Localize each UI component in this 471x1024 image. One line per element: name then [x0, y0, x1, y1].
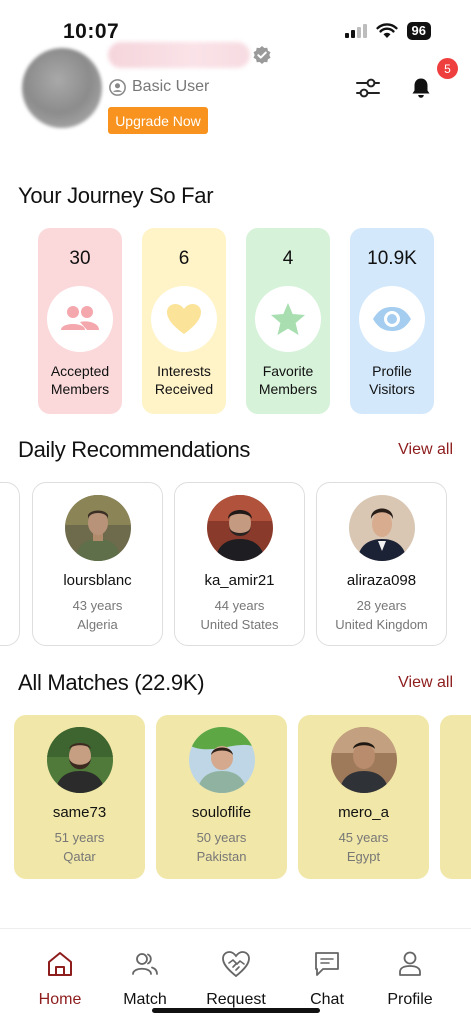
- journey-section-title: Your Journey So Far: [18, 183, 214, 208]
- nav-request-label: Request: [206, 991, 266, 1008]
- favorite-label-1: Favorite: [262, 363, 314, 379]
- wifi-icon: [375, 23, 398, 38]
- member-country: Qatar: [63, 849, 96, 864]
- filter-sliders-icon[interactable]: [355, 76, 381, 100]
- notification-count-badge: 5: [437, 58, 458, 79]
- nav-chat[interactable]: Chat: [287, 949, 367, 1009]
- match-card[interactable]: souloflife 50 years Pakistan: [156, 715, 287, 879]
- user-type: Basic User: [109, 78, 209, 96]
- recommendation-card[interactable]: aliraza098 28 years United Kingdom: [316, 482, 447, 646]
- nav-match-label: Match: [123, 991, 167, 1008]
- member-name: loursblanc: [63, 572, 132, 589]
- battery-indicator: 96: [406, 22, 431, 40]
- profile-photo: [330, 727, 397, 793]
- nav-chat-label: Chat: [310, 991, 344, 1008]
- member-age: 28 years: [356, 598, 407, 613]
- upgrade-now-button[interactable]: Upgrade Now: [108, 107, 208, 134]
- profile-icon: [399, 951, 421, 976]
- heart-icon: [167, 304, 201, 334]
- profile-visitors-card[interactable]: 10.9K Profile Visitors: [350, 228, 434, 414]
- verified-badge-icon: [253, 46, 271, 64]
- matches-section-title: All Matches (22.9K): [18, 670, 205, 695]
- profile-photo: [64, 495, 131, 561]
- member-age: 43 years: [72, 598, 123, 613]
- member-age: 50 years: [196, 830, 247, 845]
- nav-profile-label: Profile: [387, 991, 433, 1008]
- member-name: aliraza098: [346, 572, 417, 589]
- star-icon: [271, 303, 305, 335]
- eye-icon: [373, 307, 411, 331]
- request-icon: [222, 951, 250, 978]
- match-card-partial[interactable]: [440, 715, 471, 879]
- member-age: 44 years: [214, 598, 265, 613]
- status-bar: 10:07 96: [0, 0, 471, 44]
- profile-photo: [348, 495, 415, 561]
- member-age: 45 years: [338, 830, 389, 845]
- chat-icon: [315, 952, 339, 976]
- favorite-count: 4: [282, 248, 294, 269]
- favorite-members-card[interactable]: 4 Favorite Members: [246, 228, 330, 414]
- interests-count: 6: [178, 248, 190, 269]
- member-name: souloflife: [191, 804, 252, 821]
- accepted-count: 30: [69, 248, 91, 269]
- recommendation-card-partial[interactable]: [0, 482, 20, 646]
- bell-icon[interactable]: [409, 76, 433, 100]
- status-time: 10:07: [63, 20, 120, 43]
- profile-photo: [188, 727, 255, 793]
- visitors-count: 10.9K: [367, 248, 417, 269]
- profile-photo: [206, 495, 273, 561]
- matches-carousel[interactable]: same73 51 years Qatar souloflife 50 year…: [0, 715, 471, 880]
- favorite-label-2: Members: [258, 381, 318, 397]
- interests-received-card[interactable]: 6 Interests Received: [142, 228, 226, 414]
- accepted-label-2: Members: [50, 381, 110, 397]
- visitors-label-2: Visitors: [369, 381, 415, 397]
- nav-match[interactable]: Match: [105, 949, 185, 1009]
- nav-home-label: Home: [38, 991, 82, 1008]
- signal-icon: [344, 24, 367, 38]
- nav-profile[interactable]: Profile: [370, 949, 450, 1009]
- recommendation-card[interactable]: ka_amir21 44 years United States: [174, 482, 305, 646]
- member-age: 51 years: [54, 830, 105, 845]
- member-country: United Kingdom: [335, 617, 428, 632]
- match-card[interactable]: same73 51 years Qatar: [14, 715, 145, 879]
- member-country: United States: [200, 617, 279, 632]
- user-avatar[interactable]: [22, 48, 102, 128]
- nav-home[interactable]: Home: [20, 949, 100, 1009]
- recommendations-section-title: Daily Recommendations: [18, 437, 251, 462]
- recommendations-carousel[interactable]: loursblanc 43 years Algeria ka_amir21 44…: [0, 482, 471, 647]
- matches-view-all-link[interactable]: View all: [398, 674, 453, 692]
- member-country: Egypt: [346, 849, 381, 864]
- status-icons: 96: [344, 22, 431, 40]
- member-name: ka_amir21: [204, 572, 275, 589]
- match-card[interactable]: mero_a 45 years Egypt: [298, 715, 429, 879]
- nav-request[interactable]: Request: [196, 949, 276, 1009]
- home-icon: [48, 952, 72, 976]
- member-country: Algeria: [77, 617, 118, 632]
- recommendations-view-all-link[interactable]: View all: [398, 441, 453, 459]
- journey-stats: 30 Accepted Members 6 Interests Received 4…: [38, 228, 434, 414]
- interests-label-2: Received: [154, 381, 214, 397]
- user-type-label: Basic User: [132, 78, 210, 95]
- member-name: mero_a: [338, 804, 389, 821]
- visitors-label-1: Profile: [372, 363, 412, 379]
- user-name-blurred: [108, 42, 250, 68]
- accepted-members-card[interactable]: 30 Accepted Members: [38, 228, 122, 414]
- interests-label-1: Interests: [157, 363, 211, 379]
- member-name: same73: [52, 804, 107, 821]
- recommendation-card[interactable]: loursblanc 43 years Algeria: [32, 482, 163, 646]
- match-icon: [132, 953, 158, 975]
- home-indicator: [152, 1008, 320, 1013]
- user-circle-icon: [109, 78, 126, 96]
- accepted-label-1: Accepted: [50, 363, 110, 379]
- member-country: Pakistan: [196, 849, 247, 864]
- profile-photo: [46, 727, 113, 793]
- people-icon: [61, 306, 99, 330]
